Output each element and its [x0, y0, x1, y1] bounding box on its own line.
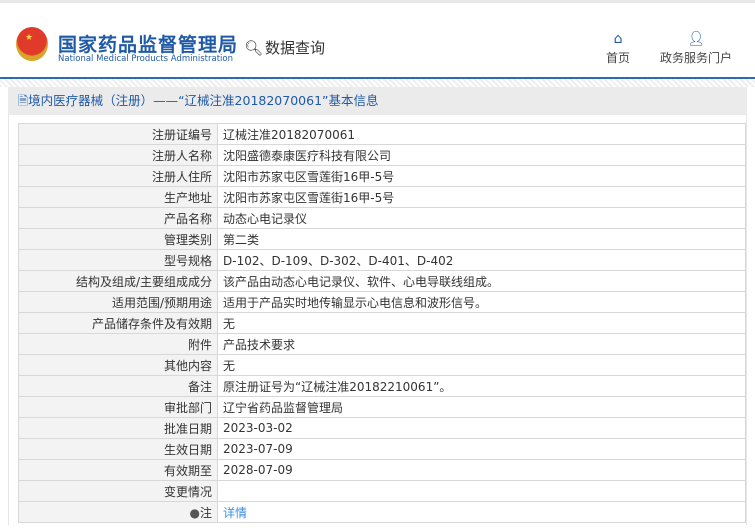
document-icon: 🗎 — [18, 93, 29, 108]
field-value: D-102、D-109、D-302、D-401、D-402 — [217, 249, 746, 271]
field-label: 注册证编号 — [18, 123, 218, 145]
field-value: 原注册证号为“辽械注准20182210061”。 — [217, 375, 746, 397]
field-value: 2028-07-09 — [217, 459, 746, 481]
table-row: 生产地址 沈阳市苏家屯区雪莲街16甲-5号 — [18, 186, 746, 208]
table-row: 生效日期 2023-07-09 — [18, 438, 746, 460]
field-label: 变更情况 — [18, 480, 218, 502]
field-value: 适用于产品实时地传输显示心电信息和波形信号。 — [217, 291, 746, 313]
nav-home[interactable]: ⌂ 首页 — [606, 31, 630, 66]
field-value: 辽宁省药品监督管理局 — [217, 396, 746, 418]
table-row: 变更情况 — [18, 480, 746, 502]
nav-portal-label: 政务服务门户 — [660, 51, 733, 65]
data-query-link[interactable]: 🔍︎ 数据查询 — [244, 37, 325, 58]
field-label: 审批部门 — [18, 396, 218, 418]
field-label: ●注 — [18, 501, 218, 523]
table-row-note: ●注 详情 — [18, 501, 746, 523]
field-value: 沈阳市苏家屯区雪莲街16甲-5号 — [217, 186, 746, 208]
field-value: 无 — [217, 312, 746, 334]
nav-service-portal[interactable]: 👤︎ 政务服务门户 — [660, 31, 732, 66]
table-row: 注册人住所 沈阳市苏家屯区雪莲街16甲-5号 — [18, 165, 746, 187]
field-value: 2023-03-02 — [217, 417, 746, 439]
nav-home-label: 首页 — [606, 51, 631, 65]
logo-subtitle: National Medical Products Administration — [58, 54, 233, 64]
table-row: 审批部门 辽宁省药品监督管理局 — [18, 396, 746, 418]
field-label: 生效日期 — [18, 438, 218, 460]
field-label: 备注 — [18, 375, 218, 397]
note-label: 注 — [199, 505, 212, 520]
logo-title[interactable]: 国家药品监督管理局 — [58, 30, 238, 57]
details-link[interactable]: 详情 — [223, 506, 247, 520]
table-row: 批准日期 2023-03-02 — [18, 417, 746, 439]
field-label: 注册人名称 — [18, 144, 218, 166]
detail-table: 注册证编号 辽械注准20182070061 注册人名称 沈阳盛德泰康医疗科技有限公司注… — [18, 123, 746, 523]
table-row: 产品储存条件及有效期无 — [18, 312, 746, 334]
search-document-icon: 🔍︎ — [244, 38, 264, 57]
field-label: 其他内容 — [18, 354, 218, 376]
data-query-label: 数据查询 — [265, 39, 326, 57]
field-label: 产品储存条件及有效期 — [18, 312, 218, 334]
table-row: 附件 产品技术要求 — [18, 333, 746, 355]
divider — [0, 79, 755, 87]
field-label: 附件 — [18, 333, 218, 355]
field-label: 生产地址 — [18, 186, 218, 208]
table-row: 有效期至 2028-07-09 — [18, 459, 746, 481]
table-row: 管理类别 第二类 — [18, 228, 746, 250]
field-value: 沈阳市苏家屯区雪莲街16甲-5号 — [217, 165, 746, 187]
field-value: 动态心电记录仪 — [217, 207, 746, 229]
field-label: 产品名称 — [18, 207, 218, 229]
site-header: ★ 国家药品监督管理局 National Medical Products Ad… — [0, 3, 755, 79]
field-label: 结构及组成/主要组成成分 — [18, 270, 218, 292]
field-label: 批准日期 — [18, 417, 218, 439]
field-value — [217, 480, 746, 502]
table-row: 产品名称 动态心电记录仪 — [18, 207, 746, 229]
field-label: 管理类别 — [18, 228, 218, 250]
pin-icon: ● — [189, 505, 200, 520]
field-label: 注册人住所 — [18, 165, 218, 187]
table-row: 适用范围/预期用途 适用于产品实时地传输显示心电信息和波形信号。 — [18, 291, 746, 313]
national-emblem-logo: ★ — [16, 27, 48, 61]
field-value: 辽械注准20182070061 — [217, 123, 746, 145]
field-value: 该产品由动态心电记录仪、软件、心电导联线组成。 — [217, 270, 746, 292]
field-value: 无 — [217, 354, 746, 376]
field-value: 沈阳盛德泰康医疗科技有限公司 — [217, 144, 746, 166]
table-row: 型号规格 D-102、D-109、D-302、D-401、D-402 — [18, 249, 746, 271]
table-row: 备注 原注册证号为“辽械注准20182210061”。 — [18, 375, 746, 397]
user-icon: 👤︎ — [687, 31, 705, 47]
page-title-text: 境内医疗器械（注册）——“辽械注准20182070061”基本信息 — [28, 93, 379, 108]
table-row: 其他内容无 — [18, 354, 746, 376]
field-label: 适用范围/预期用途 — [18, 291, 218, 313]
table-row: 注册证编号 辽械注准20182070061 — [18, 123, 746, 145]
home-icon: ⌂ — [613, 31, 623, 47]
field-value: 2023-07-09 — [217, 438, 746, 460]
page-title: 🗎境内医疗器械（注册）——“辽械注准20182070061”基本信息 — [8, 87, 747, 115]
table-row: 注册人名称 沈阳盛德泰康医疗科技有限公司 — [18, 144, 746, 166]
field-value: 产品技术要求 — [217, 333, 746, 355]
field-value: 第二类 — [217, 228, 746, 250]
field-label: 有效期至 — [18, 459, 218, 481]
table-row: 结构及组成/主要组成成分 该产品由动态心电记录仪、软件、心电导联线组成。 — [18, 270, 746, 292]
field-label: 型号规格 — [18, 249, 218, 271]
